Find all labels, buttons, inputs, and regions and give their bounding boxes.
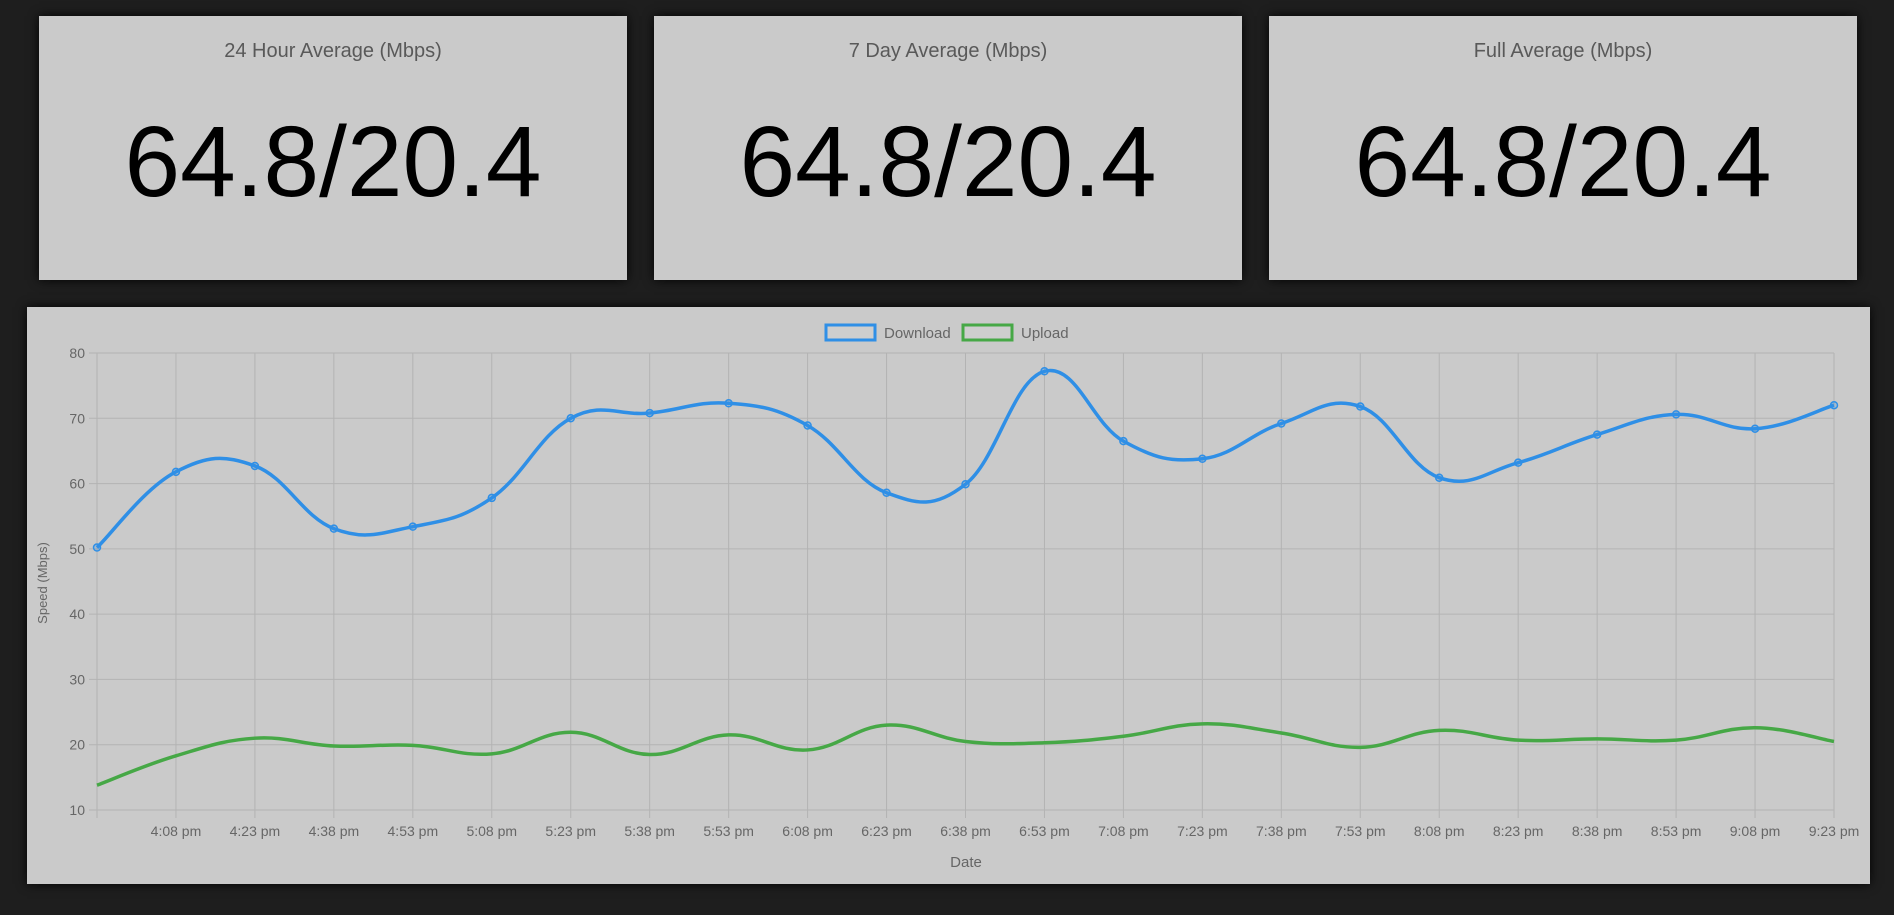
x-tick-label: 8:38 pm — [1572, 823, 1623, 839]
download-data-point[interactable] — [92, 543, 102, 552]
stat-value: 64.8/20.4 — [1354, 106, 1772, 218]
x-tick-label: 4:08 pm — [151, 823, 202, 839]
stat-card-7d: 7 Day Average (Mbps) 64.8/20.4 — [654, 16, 1242, 280]
download-legend-label[interactable]: Download — [884, 325, 951, 342]
x-tick-label: 6:53 pm — [1019, 823, 1070, 839]
download-legend-swatch[interactable] — [824, 323, 877, 342]
download-data-point[interactable] — [487, 493, 497, 503]
x-tick-label: 7:53 pm — [1335, 823, 1386, 839]
x-tick-label: 5:38 pm — [624, 823, 675, 839]
download-data-point[interactable] — [1277, 419, 1286, 428]
y-tick-label: 30 — [69, 671, 85, 687]
y-tick-label: 60 — [69, 476, 85, 492]
y-tick-label: 80 — [69, 345, 85, 361]
y-tick-label: 10 — [69, 802, 85, 818]
stat-card-full: Full Average (Mbps) 64.8/20.4 — [1269, 16, 1857, 280]
x-tick-label: 8:53 pm — [1651, 823, 1702, 839]
y-tick-label: 20 — [69, 737, 85, 753]
stat-value: 64.8/20.4 — [124, 106, 542, 218]
x-tick-label: 5:53 pm — [703, 823, 754, 839]
x-tick-label: 4:38 pm — [309, 823, 360, 839]
stat-title: 7 Day Average (Mbps) — [848, 40, 1048, 62]
speed-line-chart: 1020304050607080 4:08 pm 4:23 pm 4:38 pm 4:… — [35, 323, 1860, 871]
x-tick-label: 6:08 pm — [782, 823, 833, 839]
download-data-point[interactable] — [566, 414, 575, 423]
stat-value: 64.8/20.4 — [739, 106, 1157, 218]
y-tick-label: 40 — [69, 606, 85, 622]
download-data-point[interactable] — [329, 524, 339, 533]
x-tick-label: 6:23 pm — [861, 823, 912, 839]
x-axis: 4:08 pm 4:23 pm 4:38 pm 4:53 pm 5:08 pm 5:23 … — [151, 823, 1860, 839]
chart-grid — [89, 352, 1835, 818]
upload-legend-label[interactable]: Upload — [1021, 325, 1069, 342]
download-data-point[interactable] — [961, 479, 970, 489]
stat-title: 24 Hour Average (Mbps) — [224, 40, 442, 62]
x-tick-label: 7:38 pm — [1256, 823, 1307, 839]
y-axis-label: Speed (Mbps) — [35, 542, 50, 624]
x-tick-label: 9:23 pm — [1809, 823, 1860, 839]
x-axis-label: Date — [950, 854, 982, 871]
download-data-point[interactable] — [882, 488, 891, 497]
download-data-point[interactable] — [645, 408, 654, 418]
x-tick-label: 8:23 pm — [1493, 823, 1544, 839]
x-tick-label: 5:23 pm — [545, 823, 596, 839]
download-data-point[interactable] — [408, 522, 418, 531]
y-axis: 10 20 30 40 50 60 70 80 — [69, 345, 85, 818]
download-data-point[interactable] — [803, 421, 812, 430]
download-data-point[interactable] — [250, 461, 260, 471]
upload-legend-swatch[interactable] — [961, 323, 1014, 342]
download-data-point[interactable] — [1434, 473, 1444, 482]
stat-title: Full Average (Mbps) — [1473, 40, 1653, 62]
download-data-point[interactable] — [1750, 424, 1760, 433]
download-data-point[interactable] — [1198, 454, 1207, 464]
download-data-point[interactable] — [1592, 430, 1602, 439]
y-tick-label: 50 — [69, 541, 85, 557]
x-tick-label: 8:08 pm — [1414, 823, 1465, 839]
download-data-point[interactable] — [1356, 402, 1365, 411]
x-tick-label: 4:53 pm — [388, 823, 439, 839]
x-tick-label: 9:08 pm — [1730, 823, 1781, 839]
download-data-point[interactable] — [1513, 458, 1523, 467]
x-tick-label: 7:23 pm — [1177, 823, 1228, 839]
stat-card-24h: 24 Hour Average (Mbps) 64.8/20.4 — [39, 16, 627, 280]
download-data-point[interactable] — [1671, 410, 1681, 419]
x-tick-label: 4:23 pm — [230, 823, 281, 839]
x-tick-label: 6:38 pm — [940, 823, 991, 839]
y-tick-label: 70 — [69, 410, 85, 426]
x-tick-label: 5:08 pm — [466, 823, 517, 839]
speed-chart-card: 10 20 30 40 50 60 70 80 4:08 pm 4:23 pm 4:38 pm 4:… — [27, 307, 1870, 884]
download-data-point[interactable] — [724, 399, 733, 408]
download-data-point[interactable] — [1040, 367, 1049, 376]
x-tick-label: 7:08 pm — [1098, 823, 1149, 839]
chart-legend: Download Upload — [824, 323, 1069, 342]
download-data-point[interactable] — [1119, 436, 1128, 446]
download-data-point[interactable] — [171, 467, 181, 477]
download-data-point[interactable] — [1829, 400, 1839, 410]
